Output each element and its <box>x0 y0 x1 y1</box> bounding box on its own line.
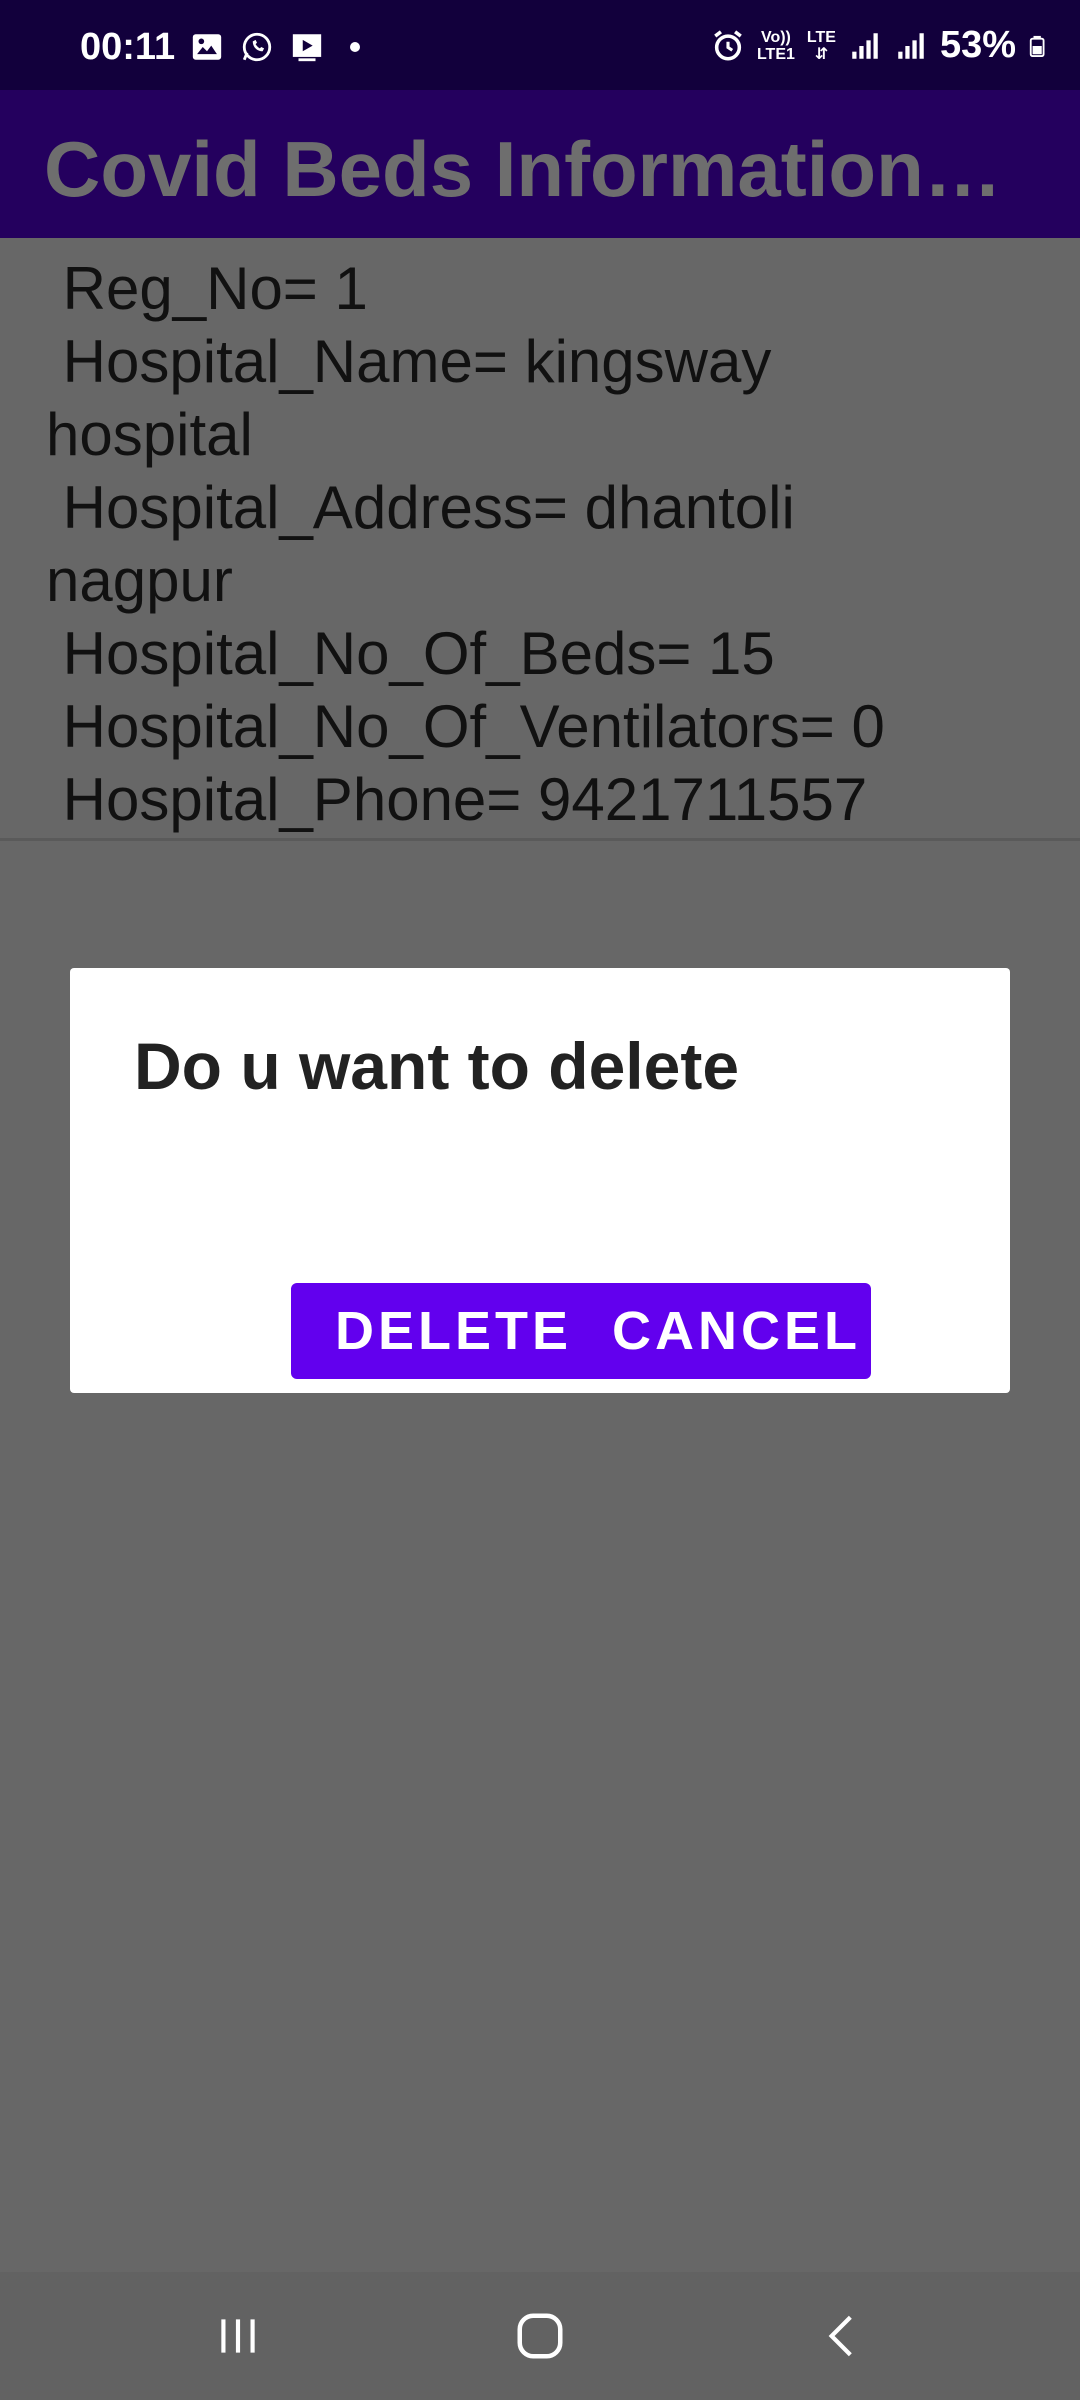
hospital-name-text: Hospital_Name= kingsway <box>46 328 772 395</box>
system-icons: Vo)) LTE1 LTE ⇵ 53% <box>711 24 1050 67</box>
status-time: 00:11 <box>80 26 176 68</box>
volte-label: Vo)) <box>760 28 791 46</box>
navigation-bar <box>0 2272 1080 2400</box>
hospital-address-continued: nagpur <box>46 547 233 614</box>
hospital-address-text: Hospital_Address= dhantoli <box>46 474 795 541</box>
signal-icon <box>852 32 878 59</box>
notification-icons <box>190 30 360 64</box>
back-button[interactable] <box>802 2306 882 2366</box>
delete-button[interactable]: DELETE <box>291 1300 572 1362</box>
dialog-title: Do u want to delete <box>134 1029 740 1103</box>
home-icon <box>517 2313 563 2359</box>
lte1-label: LTE1 <box>756 45 795 63</box>
battery-icon <box>1029 35 1045 57</box>
dialog-actions: DELETE CANCEL <box>291 1283 871 1379</box>
gallery-icon <box>192 34 222 60</box>
whatsapp-icon <box>242 32 272 62</box>
delete-dialog: Do u want to delete DELETE CANCEL <box>70 968 1010 1393</box>
hospital-phone-text: Hospital_Phone= 9421711557 <box>46 766 868 833</box>
lte-indicator: LTE ⇵ <box>807 29 836 63</box>
reg-no-text: Reg_No= 1 <box>46 255 368 322</box>
recents-button[interactable] <box>198 2306 278 2366</box>
data-arrows-icon: ⇵ <box>814 45 829 63</box>
hospital-name-continued: hospital <box>46 401 253 468</box>
list-item[interactable]: Reg_No= 1 Hospital_Name= kingsway hospit… <box>0 238 1080 841</box>
alarm-icon <box>714 29 742 61</box>
recents-icon <box>221 2319 255 2353</box>
battery-percent: 53% <box>939 24 1016 66</box>
app-title: Covid Beds Information… <box>44 125 1002 213</box>
hospital-beds-text: Hospital_No_Of_Beds= 15 <box>46 620 775 687</box>
back-icon <box>828 2315 852 2357</box>
lte-label: LTE <box>806 28 836 46</box>
volte-indicator: Vo)) LTE1 <box>757 29 795 63</box>
hospital-ventilators-text: Hospital_No_Of_Ventilators= 0 <box>46 693 885 760</box>
app-bar: Covid Beds Information… <box>0 90 1080 238</box>
media-icon <box>292 34 322 62</box>
home-button[interactable] <box>500 2306 580 2366</box>
signal-icon <box>898 32 924 59</box>
record-details: Reg_No= 1 Hospital_Name= kingsway hospit… <box>46 252 1056 836</box>
cancel-button[interactable]: CANCEL <box>572 1300 861 1362</box>
dot-icon <box>350 42 360 52</box>
status-bar: 00:11 Vo)) LTE1 LTE ⇵ 53% <box>0 0 1080 90</box>
